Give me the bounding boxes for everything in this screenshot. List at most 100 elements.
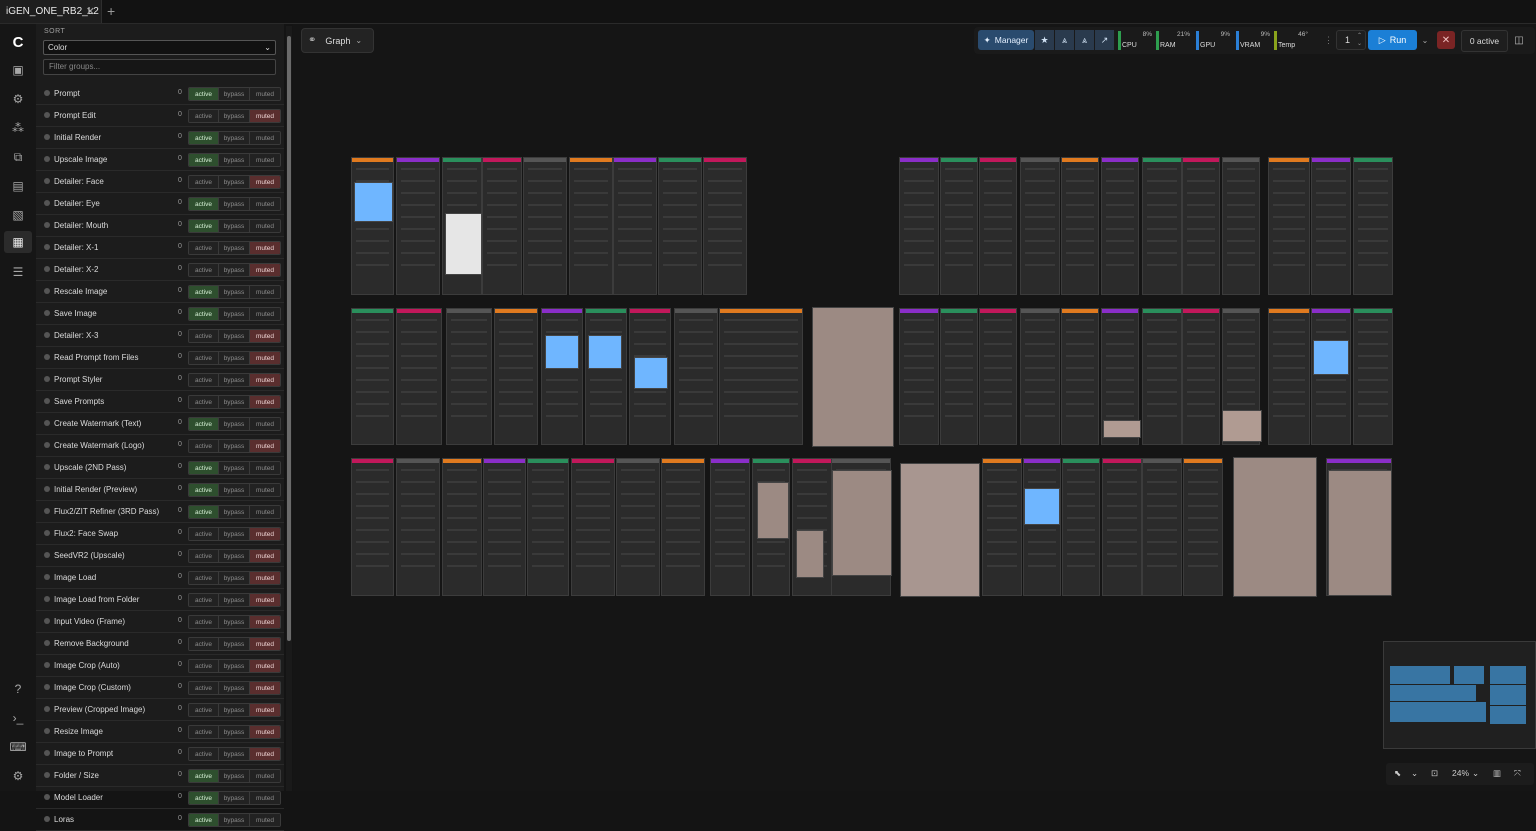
state-muted-button[interactable]: muted — [249, 440, 280, 452]
state-active-button[interactable]: active — [189, 374, 218, 386]
cancel-run-icon[interactable]: ✕ — [1437, 31, 1455, 49]
graph-node[interactable] — [482, 157, 522, 295]
state-muted-button[interactable]: muted — [249, 682, 280, 694]
terminal-icon[interactable]: ›_ — [9, 709, 27, 727]
state-muted-button[interactable]: muted — [249, 286, 280, 298]
graph-node[interactable] — [1353, 157, 1393, 295]
link-toggle-icon[interactable]: ⤧ — [1514, 768, 1521, 779]
state-bypass-button[interactable]: bypass — [218, 572, 249, 584]
group-row[interactable]: Image Crop (Custom) 0 active bypass muted — [36, 677, 284, 699]
graph-node[interactable] — [1023, 458, 1061, 596]
state-muted-button[interactable]: muted — [249, 110, 280, 122]
graph-node[interactable] — [940, 157, 978, 295]
scrollbar-thumb[interactable] — [287, 36, 291, 641]
state-muted-button[interactable]: muted — [249, 308, 280, 320]
group-row[interactable]: Detailer: X-1 0 active bypass muted — [36, 237, 284, 259]
state-active-button[interactable]: active — [189, 418, 218, 430]
group-row[interactable]: SeedVR2 (Upscale) 0 active bypass muted — [36, 545, 284, 567]
group-row[interactable]: Flux2/ZIT Refiner (3RD Pass) 0 active bypas… — [36, 501, 284, 523]
graph-node[interactable] — [351, 458, 394, 596]
graph-node[interactable] — [613, 157, 657, 295]
graph-node[interactable] — [1101, 157, 1139, 295]
state-active-button[interactable]: active — [189, 352, 218, 364]
state-active-button[interactable]: active — [189, 286, 218, 298]
state-bypass-button[interactable]: bypass — [218, 264, 249, 276]
group-row[interactable]: Prompt 0 active bypass muted — [36, 83, 284, 105]
graph-node[interactable] — [494, 308, 538, 445]
state-muted-button[interactable]: muted — [249, 726, 280, 738]
state-muted-button[interactable]: muted — [249, 330, 280, 342]
state-bypass-button[interactable]: bypass — [218, 330, 249, 342]
group-row[interactable]: Detailer: Mouth 0 active bypass muted — [36, 215, 284, 237]
state-active-button[interactable]: active — [189, 792, 218, 804]
graph-node[interactable] — [1182, 157, 1220, 295]
group-row[interactable]: Image Crop (Auto) 0 active bypass muted — [36, 655, 284, 677]
state-active-button[interactable]: active — [189, 748, 218, 760]
chevron-down-icon[interactable]: ⌄ — [1472, 768, 1479, 779]
graph-node[interactable] — [527, 458, 569, 596]
state-bypass-button[interactable]: bypass — [218, 88, 249, 100]
state-bypass-button[interactable]: bypass — [218, 550, 249, 562]
graph-node[interactable] — [1020, 308, 1060, 445]
state-bypass-button[interactable]: bypass — [218, 308, 249, 320]
state-active-button[interactable]: active — [189, 506, 218, 518]
group-row[interactable]: Flux2: Face Swap 0 active bypass muted — [36, 523, 284, 545]
state-muted-button[interactable]: muted — [249, 616, 280, 628]
state-active-button[interactable]: active — [189, 198, 218, 210]
graph-node[interactable] — [899, 157, 939, 295]
state-bypass-button[interactable]: bypass — [218, 132, 249, 144]
state-active-button[interactable]: active — [189, 440, 218, 452]
graph-node[interactable] — [442, 458, 482, 596]
state-active-button[interactable]: active — [189, 396, 218, 408]
state-muted-button[interactable]: muted — [249, 88, 280, 100]
graph-node[interactable] — [396, 308, 442, 445]
state-bypass-button[interactable]: bypass — [218, 704, 249, 716]
group-row[interactable]: Read Prompt from Files 0 active bypass muted — [36, 347, 284, 369]
graph-node[interactable] — [1183, 458, 1223, 596]
graph-node[interactable] — [1142, 308, 1182, 445]
toggle-panel-icon[interactable]: ◫ — [1511, 32, 1527, 48]
state-active-button[interactable]: active — [189, 682, 218, 694]
sweep-icon[interactable]: ⩓ — [1055, 30, 1074, 50]
state-muted-button[interactable]: muted — [249, 660, 280, 672]
state-muted-button[interactable]: muted — [249, 374, 280, 386]
state-bypass-button[interactable]: bypass — [218, 528, 249, 540]
graph-node[interactable] — [1268, 157, 1310, 295]
state-active-button[interactable]: active — [189, 154, 218, 166]
models-icon[interactable]: ⚙ — [9, 90, 27, 108]
fit-view-icon[interactable]: ⊡ — [1431, 768, 1438, 779]
state-muted-button[interactable]: muted — [249, 704, 280, 716]
queue-status-button[interactable]: 0 active — [1461, 30, 1508, 52]
star-icon[interactable]: ★ — [1035, 30, 1054, 50]
minimap[interactable] — [1383, 641, 1536, 749]
sweep-alt-icon[interactable]: ⩓ — [1075, 30, 1094, 50]
graph-node[interactable] — [571, 458, 615, 596]
graph-node[interactable] — [1061, 157, 1099, 295]
graph-node[interactable] — [523, 157, 567, 295]
group-row[interactable]: Detailer: X-3 0 active bypass muted — [36, 325, 284, 347]
groups-panel-icon[interactable]: ▦ — [4, 231, 32, 253]
state-bypass-button[interactable]: bypass — [218, 220, 249, 232]
state-muted-button[interactable]: muted — [249, 418, 280, 430]
group-row[interactable]: Preview (Cropped Image) 0 active bypass mute… — [36, 699, 284, 721]
graph-node[interactable] — [674, 308, 718, 445]
graph-node[interactable] — [982, 458, 1022, 596]
group-row[interactable]: Rescale Image 0 active bypass muted — [36, 281, 284, 303]
state-muted-button[interactable]: muted — [249, 792, 280, 804]
stepper-arrows-icon[interactable]: ⌃ ⌄ — [1357, 32, 1362, 48]
state-bypass-button[interactable]: bypass — [218, 440, 249, 452]
graph-node[interactable] — [1353, 308, 1393, 445]
group-row[interactable]: Model Loader 0 active bypass muted — [36, 787, 284, 809]
state-bypass-button[interactable]: bypass — [218, 594, 249, 606]
chevron-down-icon[interactable]: ⌄ — [1411, 768, 1418, 779]
state-bypass-button[interactable]: bypass — [218, 770, 249, 782]
state-bypass-button[interactable]: bypass — [218, 506, 249, 518]
filter-groups-input[interactable]: Filter groups... — [43, 59, 276, 75]
state-active-button[interactable]: active — [189, 264, 218, 276]
run-options-chevron-icon[interactable]: ⌄ — [1419, 30, 1431, 50]
state-muted-button[interactable]: muted — [249, 550, 280, 562]
graph-node[interactable] — [719, 308, 803, 445]
state-bypass-button[interactable]: bypass — [218, 792, 249, 804]
state-muted-button[interactable]: muted — [249, 396, 280, 408]
state-active-button[interactable]: active — [189, 132, 218, 144]
